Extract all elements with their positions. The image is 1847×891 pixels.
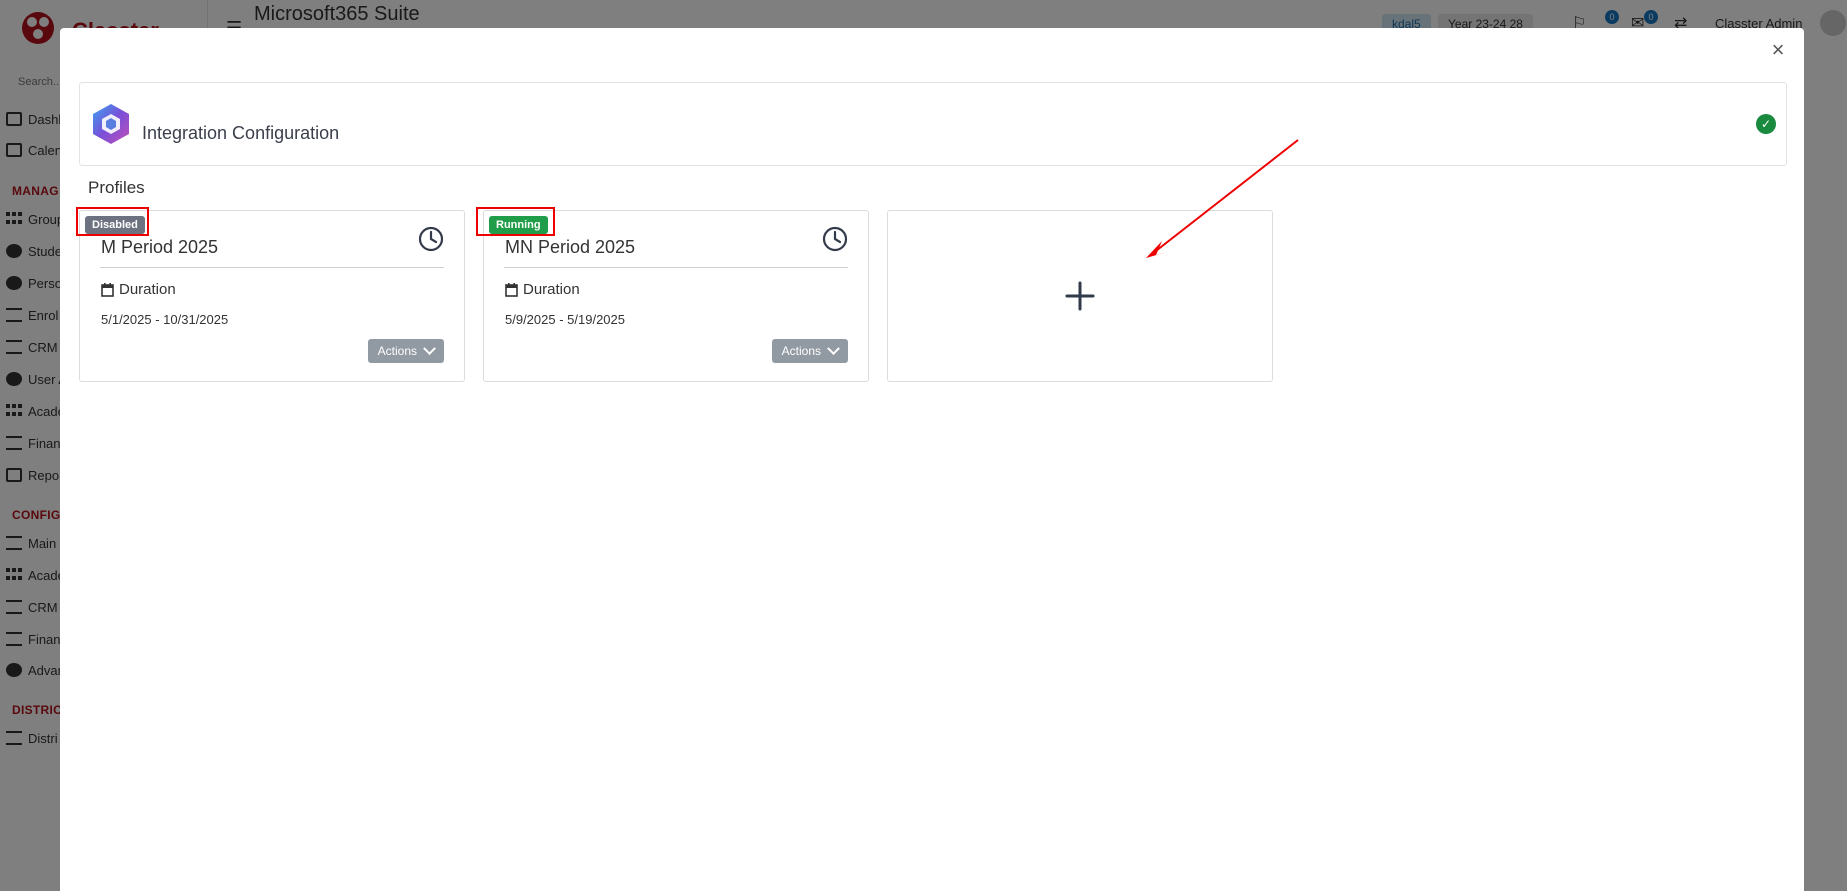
duration-row: Duration	[505, 281, 580, 298]
divider	[504, 267, 848, 268]
duration-label: Duration	[119, 281, 176, 298]
chevron-down-icon	[423, 341, 436, 355]
clock-icon[interactable]	[418, 226, 444, 252]
actions-label: Actions	[377, 344, 417, 358]
highlight-box	[76, 207, 149, 236]
calendar-icon	[505, 282, 518, 297]
microsoft365-icon	[93, 104, 129, 144]
duration-label: Duration	[523, 281, 580, 298]
integration-title: Integration Configuration	[142, 123, 340, 143]
duration-dates: 5/1/2025 - 10/31/2025	[101, 312, 229, 327]
profiles-heading: Profiles	[88, 178, 145, 197]
check-circle-icon: ✓	[1756, 114, 1776, 134]
duration-row: Duration	[101, 281, 176, 298]
calendar-icon	[101, 282, 114, 297]
actions-label: Actions	[781, 344, 821, 358]
highlight-box	[476, 207, 555, 236]
profile-card: Disabled M Period 2025 Duration 5/1/2025…	[76, 207, 465, 382]
chevron-down-icon	[827, 341, 840, 355]
close-icon[interactable]: ×	[1766, 38, 1790, 62]
divider	[100, 267, 444, 268]
integration-header-card: Integration Configuration ✓	[79, 82, 1787, 166]
annotation-arrow	[1146, 139, 1299, 258]
integration-modal: × Integration Configuration ✓ Profiles D…	[60, 28, 1804, 891]
actions-button[interactable]: Actions	[771, 339, 848, 363]
profile-name: M Period 2025	[101, 237, 219, 257]
actions-button[interactable]: Actions	[367, 339, 444, 363]
profile-card: Running MN Period 2025 Duration 5/9/2025…	[476, 207, 869, 382]
clock-icon[interactable]	[822, 226, 848, 252]
plus-icon	[1065, 281, 1095, 311]
duration-dates: 5/9/2025 - 5/19/2025	[505, 312, 625, 327]
profile-name: MN Period 2025	[505, 237, 636, 257]
